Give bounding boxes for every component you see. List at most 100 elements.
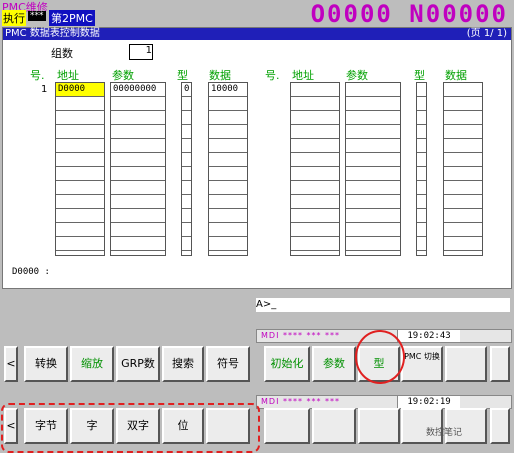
table-cell[interactable]	[346, 111, 400, 125]
table-cell[interactable]	[417, 237, 426, 251]
table-cell[interactable]	[346, 195, 400, 209]
table-cell[interactable]	[291, 97, 339, 111]
table-cell[interactable]	[209, 181, 247, 195]
table-cell[interactable]	[111, 209, 165, 223]
table-cell[interactable]	[417, 139, 426, 153]
command-input[interactable]: A>_	[256, 298, 510, 312]
table-cell[interactable]	[444, 195, 482, 209]
table-cell[interactable]	[346, 181, 400, 195]
table-cell[interactable]	[444, 237, 482, 251]
table-cell[interactable]	[291, 139, 339, 153]
table-cell[interactable]	[417, 111, 426, 125]
table-cell[interactable]	[182, 195, 191, 209]
table-cell[interactable]	[182, 125, 191, 139]
table-cell[interactable]	[56, 209, 104, 223]
table-cell[interactable]	[346, 237, 400, 251]
table-cell[interactable]	[209, 209, 247, 223]
table-cell[interactable]	[182, 237, 191, 251]
data-cell[interactable]: 10000	[209, 83, 247, 97]
table-cell[interactable]	[346, 97, 400, 111]
table-cell[interactable]	[417, 153, 426, 167]
table-cell[interactable]	[209, 125, 247, 139]
table-cell[interactable]	[182, 181, 191, 195]
table-cell[interactable]	[209, 153, 247, 167]
table-cell[interactable]	[56, 181, 104, 195]
table-cell[interactable]	[291, 125, 339, 139]
softkey-pmc-switch[interactable]: PMC 切换	[401, 346, 443, 382]
table-cell[interactable]	[182, 97, 191, 111]
table-cell[interactable]	[209, 139, 247, 153]
table-cell[interactable]	[444, 167, 482, 181]
table-cell[interactable]	[444, 153, 482, 167]
table-cell[interactable]	[111, 139, 165, 153]
table-cell[interactable]	[291, 209, 339, 223]
type-cell[interactable]: 0	[182, 83, 191, 97]
softkey-empty-1[interactable]	[445, 346, 487, 382]
softkey-empty-3[interactable]	[264, 408, 310, 444]
table-cell[interactable]	[182, 139, 191, 153]
table-cell[interactable]	[417, 125, 426, 139]
table-cell[interactable]	[56, 167, 104, 181]
table-cell[interactable]	[56, 139, 104, 153]
table-cell[interactable]	[182, 167, 191, 181]
table-cell[interactable]	[111, 97, 165, 111]
softkey-search[interactable]: 搜索	[162, 346, 204, 382]
softkey-zoom[interactable]: 缩放	[70, 346, 114, 382]
table-cell[interactable]	[417, 223, 426, 237]
table-cell[interactable]	[444, 111, 482, 125]
table-cell[interactable]	[444, 83, 482, 97]
table-cell[interactable]	[291, 237, 339, 251]
table-cell[interactable]	[444, 181, 482, 195]
table-cell[interactable]	[182, 223, 191, 237]
table-cell[interactable]	[291, 167, 339, 181]
softkey-prev[interactable]: <	[4, 346, 18, 382]
table-cell[interactable]	[346, 139, 400, 153]
softkey-initialize[interactable]: 初始化	[264, 346, 310, 382]
table-cell[interactable]	[56, 125, 104, 139]
table-cell[interactable]	[417, 167, 426, 181]
table-cell[interactable]	[346, 125, 400, 139]
softkey-next[interactable]	[490, 346, 510, 382]
table-cell[interactable]	[291, 223, 339, 237]
table-cell[interactable]	[417, 209, 426, 223]
softkey-empty-5[interactable]	[358, 408, 400, 444]
table-cell[interactable]	[417, 83, 426, 97]
softkey-grp-count[interactable]: GRP数	[116, 346, 160, 382]
table-cell[interactable]	[291, 181, 339, 195]
table-cell[interactable]	[291, 111, 339, 125]
table-cell[interactable]	[209, 111, 247, 125]
table-cell[interactable]	[346, 83, 400, 97]
table-cell[interactable]	[56, 237, 104, 251]
table-cell[interactable]	[56, 97, 104, 111]
table-cell[interactable]	[209, 97, 247, 111]
table-cell[interactable]	[182, 153, 191, 167]
table-cell[interactable]	[417, 195, 426, 209]
table-cell[interactable]	[444, 125, 482, 139]
table-cell[interactable]	[346, 223, 400, 237]
table-cell[interactable]	[291, 83, 339, 97]
softkey-parameter[interactable]: 参数	[312, 346, 356, 382]
softkey-next-2[interactable]	[490, 408, 510, 444]
table-cell[interactable]	[111, 223, 165, 237]
softkey-convert[interactable]: 转换	[24, 346, 68, 382]
table-cell[interactable]	[209, 223, 247, 237]
table-cell[interactable]	[111, 167, 165, 181]
table-cell[interactable]	[209, 167, 247, 181]
table-cell[interactable]	[111, 125, 165, 139]
table-cell[interactable]	[444, 139, 482, 153]
table-cell[interactable]	[417, 97, 426, 111]
table-cell[interactable]	[444, 97, 482, 111]
table-cell[interactable]	[182, 209, 191, 223]
table-cell[interactable]	[209, 195, 247, 209]
table-cell[interactable]	[111, 111, 165, 125]
table-cell[interactable]	[346, 153, 400, 167]
table-cell[interactable]	[56, 153, 104, 167]
table-cell[interactable]	[417, 181, 426, 195]
softkey-empty-4[interactable]	[312, 408, 356, 444]
table-cell[interactable]	[291, 153, 339, 167]
param-cell[interactable]: 00000000	[111, 83, 165, 97]
table-cell[interactable]	[182, 111, 191, 125]
table-cell[interactable]	[444, 209, 482, 223]
softkey-symbol[interactable]: 符号	[206, 346, 250, 382]
table-cell[interactable]	[111, 181, 165, 195]
